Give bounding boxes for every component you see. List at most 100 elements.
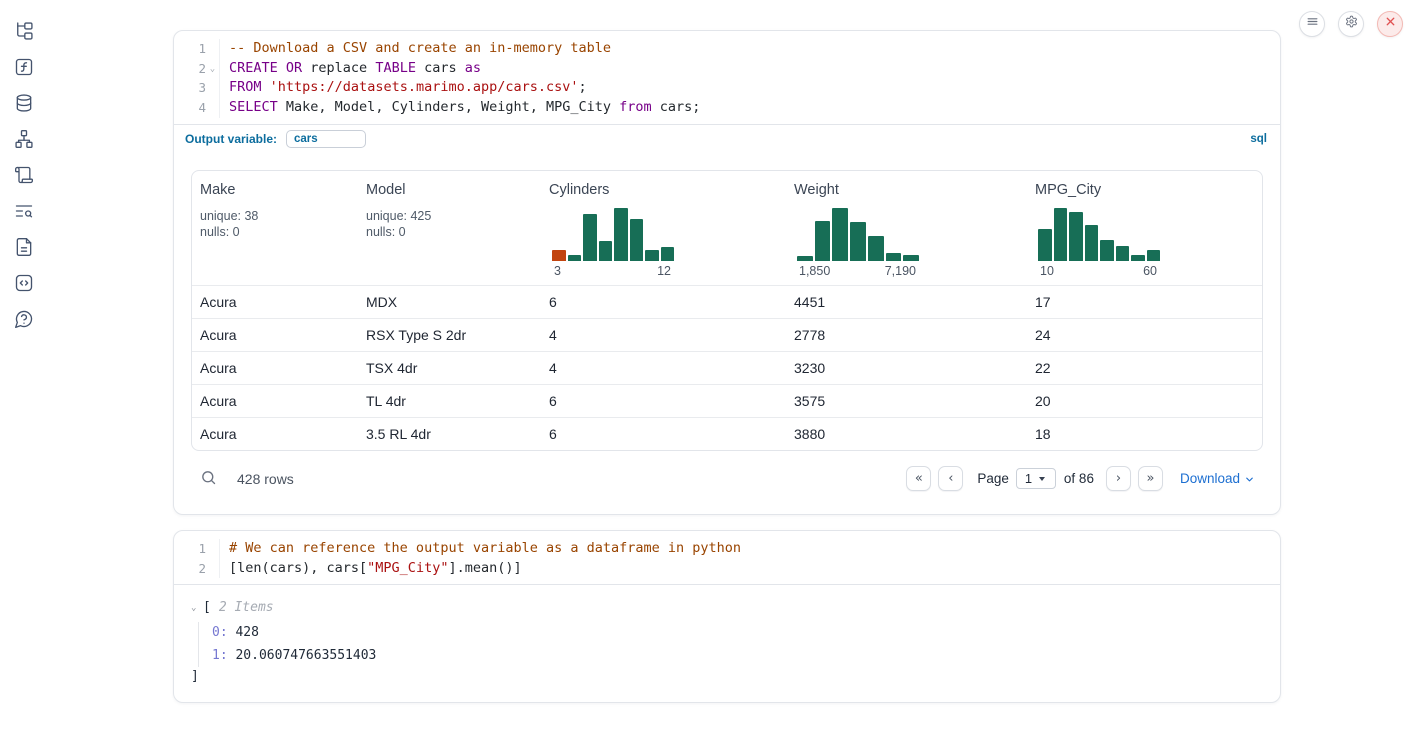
close-bracket: ] xyxy=(191,669,1263,684)
fold-chevron-icon[interactable]: ⌄ xyxy=(206,64,219,74)
file-text-icon[interactable] xyxy=(14,237,34,257)
table-row[interactable]: AcuraRSX Type S 2dr4277824 xyxy=(192,318,1262,351)
database-icon[interactable] xyxy=(14,93,34,113)
network-icon[interactable] xyxy=(14,129,34,149)
code-text: -- Download a CSV and create an in-memor… xyxy=(220,39,611,59)
previous-page-button[interactable]: ‹ xyxy=(938,466,963,491)
column-header-model[interactable]: Modelunique: 425nulls: 0 xyxy=(358,182,541,278)
column-header-mpg_city[interactable]: MPG_City1060 xyxy=(1027,182,1262,278)
table-row[interactable]: AcuraTSX 4dr4323022 xyxy=(192,351,1262,384)
histogram-bar xyxy=(614,208,628,261)
python-cell: 1# We can reference the output variable … xyxy=(173,530,1281,703)
histogram-bar xyxy=(903,255,919,261)
histogram-bar xyxy=(1085,225,1099,261)
table-cell: TSX 4dr xyxy=(358,352,541,384)
table-cell: RSX Type S 2dr xyxy=(358,319,541,351)
sql-cell-output: Makeunique: 38nulls: 0Modelunique: 425nu… xyxy=(174,154,1280,514)
column-name: Weight xyxy=(794,182,1027,198)
chevron-down-icon xyxy=(1244,474,1255,485)
last-page-icon: » xyxy=(1146,471,1154,486)
code-text: SELECT Make, Model, Cylinders, Weight, M… xyxy=(220,98,700,118)
histogram-bar xyxy=(568,255,582,261)
table-cell: 17 xyxy=(1027,286,1262,318)
line-number-gutter: 1 xyxy=(174,39,220,59)
settings-button[interactable] xyxy=(1338,11,1364,37)
list-search-icon[interactable] xyxy=(14,201,34,221)
table-cell: 20 xyxy=(1027,385,1262,417)
code-line: 3FROM 'https://datasets.marimo.app/cars.… xyxy=(174,78,1280,98)
line-number-gutter: 2 xyxy=(174,559,220,579)
last-page-button[interactable]: » xyxy=(1138,466,1163,491)
table-cell: 3880 xyxy=(786,418,1027,450)
entry-value: 20.060747663551403 xyxy=(228,648,377,663)
next-page-icon: › xyxy=(1116,471,1121,486)
entry-value: 428 xyxy=(228,625,259,640)
histogram-bar xyxy=(645,250,659,261)
page-select[interactable]: 1 xyxy=(1016,468,1056,489)
sql-code-editor[interactable]: 1-- Download a CSV and create an in-memo… xyxy=(174,31,1280,124)
python-code-editor[interactable]: 1# We can reference the output variable … xyxy=(174,531,1280,584)
sql-cell: 1-- Download a CSV and create an in-memo… xyxy=(173,30,1281,515)
table-cell: 3575 xyxy=(786,385,1027,417)
python-cell-output: ⌄ [ 2 Items 0: 4281: 20.060747663551403 … xyxy=(174,584,1280,702)
data-table: Makeunique: 38nulls: 0Modelunique: 425nu… xyxy=(191,170,1263,451)
histogram-bar xyxy=(1116,246,1130,261)
table-cell: Acura xyxy=(192,286,358,318)
table-row[interactable]: Acura3.5 RL 4dr6388018 xyxy=(192,417,1262,450)
table-row[interactable]: AcuraTL 4dr6357520 xyxy=(192,384,1262,417)
histogram-bar xyxy=(886,253,902,261)
gear-icon xyxy=(1345,15,1358,33)
menu-button[interactable] xyxy=(1299,11,1325,37)
open-bracket: [ xyxy=(203,600,211,615)
shutdown-button[interactable] xyxy=(1377,11,1403,37)
table-cell: Acura xyxy=(192,385,358,417)
next-page-button[interactable]: › xyxy=(1106,466,1131,491)
table-cell: Acura xyxy=(192,352,358,384)
collapse-chevron-icon[interactable]: ⌄ xyxy=(191,603,203,613)
function-square-icon[interactable] xyxy=(14,57,34,77)
list-entries: 0: 4281: 20.060747663551403 xyxy=(198,622,1263,667)
pagination: « ‹ Page 1 of 86 › » Download xyxy=(906,466,1263,491)
language-badge: sql xyxy=(1250,133,1267,145)
column-name: MPG_City xyxy=(1035,182,1262,198)
histogram-bar xyxy=(583,214,597,261)
code-line: 4SELECT Make, Model, Cylinders, Weight, … xyxy=(174,98,1280,118)
page-label: Page xyxy=(977,471,1009,486)
table-header: Makeunique: 38nulls: 0Modelunique: 425nu… xyxy=(192,171,1262,285)
histogram-bar xyxy=(1054,208,1068,261)
line-number-gutter: 4 xyxy=(174,98,220,118)
scroll-icon[interactable] xyxy=(14,165,34,185)
column-header-weight[interactable]: Weight1,8507,190 xyxy=(786,182,1027,278)
histogram-cylinders: 312 xyxy=(552,208,674,278)
code-text: [len(cars), cars["MPG_City"].mean()] xyxy=(220,559,522,579)
code-snippet-icon[interactable] xyxy=(14,273,34,293)
code-line: 2[len(cars), cars["MPG_City"].mean()] xyxy=(174,559,1280,579)
previous-page-icon: ‹ xyxy=(948,471,953,486)
code-text: # We can reference the output variable a… xyxy=(220,539,741,559)
table-cell: 4451 xyxy=(786,286,1027,318)
table-cell: 22 xyxy=(1027,352,1262,384)
first-page-button[interactable]: « xyxy=(906,466,931,491)
code-line: 1# We can reference the output variable … xyxy=(174,539,1280,559)
histogram-bar xyxy=(797,256,813,261)
entry-index: 1: xyxy=(212,648,228,663)
table-cell: 3.5 RL 4dr xyxy=(358,418,541,450)
list-item: 1: 20.060747663551403 xyxy=(212,645,1263,668)
code-text: FROM 'https://datasets.marimo.app/cars.c… xyxy=(220,78,587,98)
window-controls xyxy=(1299,11,1403,37)
histogram-bar xyxy=(552,250,566,261)
histogram-bars xyxy=(1038,208,1160,261)
histogram-bar xyxy=(850,222,866,261)
column-stats: unique: 38nulls: 0 xyxy=(200,208,358,241)
table-cell: 4 xyxy=(541,319,786,351)
items-count-label: 2 Items xyxy=(219,600,274,615)
help-bubble-icon[interactable] xyxy=(14,309,34,329)
column-header-make[interactable]: Makeunique: 38nulls: 0 xyxy=(192,182,358,278)
table-row[interactable]: AcuraMDX6445117 xyxy=(192,285,1262,318)
output-variable-input[interactable] xyxy=(286,130,366,148)
file-tree-icon[interactable] xyxy=(14,21,34,41)
code-text: CREATE OR replace TABLE cars as xyxy=(220,59,481,79)
search-icon[interactable] xyxy=(200,469,220,489)
column-header-cylinders[interactable]: Cylinders312 xyxy=(541,182,786,278)
download-button[interactable]: Download xyxy=(1180,471,1255,486)
